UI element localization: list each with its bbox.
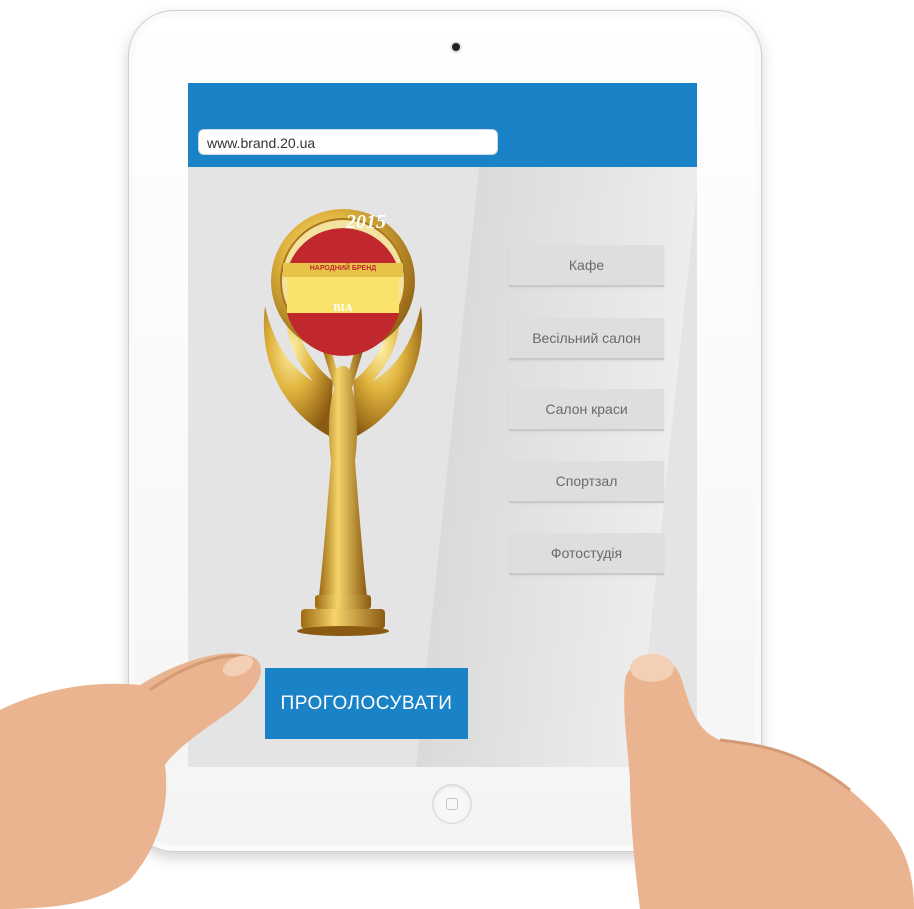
right-hand bbox=[624, 654, 914, 909]
medal-year: 2015 bbox=[346, 211, 386, 233]
category-button-cafe[interactable]: Кафе bbox=[509, 245, 664, 287]
home-button[interactable] bbox=[432, 784, 472, 824]
category-button-beauty-salon[interactable]: Салон краси bbox=[509, 389, 664, 431]
front-camera bbox=[452, 43, 460, 51]
left-hand bbox=[0, 653, 261, 909]
trophy-base-upper bbox=[315, 595, 371, 609]
medal-ribbon-text: НАРОДНИЙ БРЕНД bbox=[309, 265, 377, 272]
category-button-photo-studio[interactable]: Фотостудія bbox=[509, 533, 664, 575]
category-button-gym[interactable]: Спортзал bbox=[509, 461, 664, 503]
medal-seal-text: ВІА bbox=[333, 302, 353, 314]
browser-top-bar: www.brand.20.ua bbox=[188, 83, 697, 167]
award-trophy-image bbox=[263, 209, 423, 636]
url-address-field[interactable]: www.brand.20.ua bbox=[198, 129, 498, 155]
category-button-wedding-salon[interactable]: Весільний салон bbox=[509, 318, 664, 360]
